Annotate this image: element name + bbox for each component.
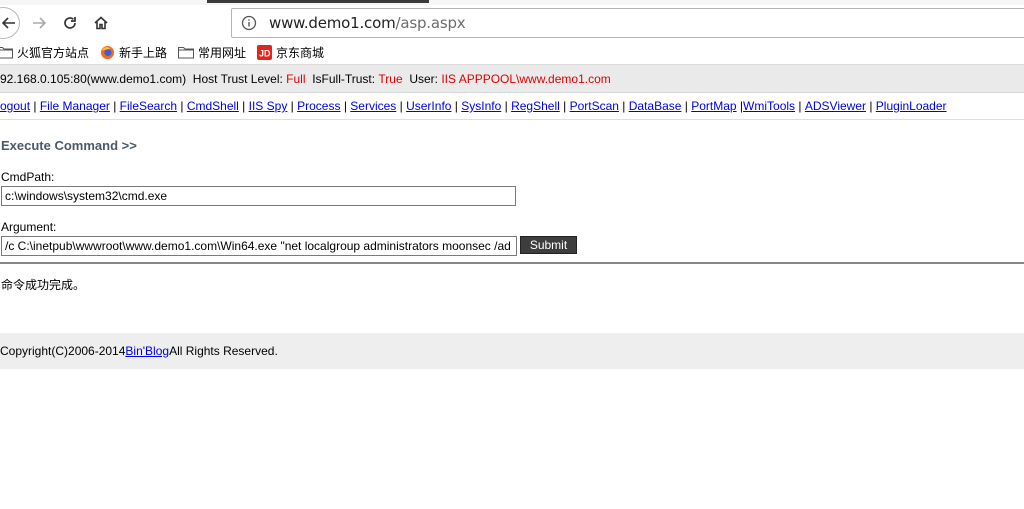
footer: Copyright(C)2006-2014 Bin'Blog All Right… xyxy=(0,333,1024,369)
menu-iis-spy[interactable]: IIS Spy xyxy=(249,99,288,113)
home-icon xyxy=(94,16,108,30)
folder-icon xyxy=(178,46,195,59)
cmdpath-input[interactable]: c:\windows\system32\cmd.exe xyxy=(1,186,516,206)
full-trust-value: True xyxy=(378,71,403,86)
divider xyxy=(0,262,1024,264)
bookmark-label: 京东商城 xyxy=(276,45,325,60)
site-info-icon[interactable] xyxy=(241,15,261,31)
back-button[interactable] xyxy=(0,7,20,39)
menu-ads-viewer[interactable]: ADSViewer xyxy=(805,99,866,113)
menu-reg-shell[interactable]: RegShell xyxy=(511,99,560,113)
menu-wmi-tools[interactable]: WmiTools xyxy=(743,99,795,113)
copyright-text: Copyright(C)2006-2014 xyxy=(0,344,126,358)
trust-level-value: Full xyxy=(286,71,306,86)
firefox-icon xyxy=(100,45,115,60)
url-text: www.demo1.com/asp.aspx xyxy=(269,14,466,32)
folder-icon xyxy=(0,46,13,59)
bookmark-firefox-official[interactable]: 火狐官方站点 xyxy=(0,44,89,61)
address-bar[interactable]: www.demo1.com/asp.aspx xyxy=(231,8,1024,38)
user-label: User: xyxy=(409,71,438,86)
menu-logout[interactable]: ogout xyxy=(0,99,30,113)
trust-level-label: Host Trust Level: xyxy=(192,71,283,86)
blog-link[interactable]: Bin'Blog xyxy=(125,344,169,358)
menu-file-search[interactable]: FileSearch xyxy=(120,99,177,113)
bookmark-common-sites[interactable]: 常用网址 xyxy=(178,44,246,61)
argument-input[interactable]: /c C:\inetpub\wwwroot\www.demo1.com\Win6… xyxy=(1,236,517,256)
back-arrow-icon xyxy=(2,17,15,29)
forward-arrow-icon xyxy=(33,17,46,29)
navigation-toolbar: www.demo1.com/asp.aspx xyxy=(0,5,1024,41)
menu-plugin-loader[interactable]: PluginLoader xyxy=(876,99,947,113)
host-address: 92.168.0.105:80(www.demo1.com) xyxy=(0,71,187,86)
menu-user-info[interactable]: UserInfo xyxy=(406,99,451,113)
menu-file-manager[interactable]: File Manager xyxy=(40,99,110,113)
submit-button[interactable]: Submit xyxy=(520,236,577,254)
menu-process[interactable]: Process xyxy=(297,99,340,113)
bookmark-label: 火狐官方站点 xyxy=(17,45,90,60)
user-value: IIS APPPOOL\www.demo1.com xyxy=(441,71,611,86)
argument-label: Argument: xyxy=(1,220,57,234)
reload-button[interactable] xyxy=(58,7,82,39)
menu-port-map[interactable]: PortMap xyxy=(691,99,736,113)
menu-port-scan[interactable]: PortScan xyxy=(570,99,619,113)
bookmark-label: 常用网址 xyxy=(198,45,247,60)
bookmark-label: 新手上路 xyxy=(119,45,168,60)
forward-button[interactable] xyxy=(28,7,50,39)
menu-sys-info[interactable]: SysInfo xyxy=(461,99,501,113)
svg-text:JD: JD xyxy=(259,48,271,58)
bookmarks-toolbar: 火狐官方站点 新手上路 常用网址 JD 京东商城 xyxy=(0,41,1024,63)
tool-menu: ogout | File Manager | FileSearch | CmdS… xyxy=(0,93,1024,120)
full-trust-label: IsFull-Trust: xyxy=(312,71,376,86)
menu-cmd-shell[interactable]: CmdShell xyxy=(187,99,239,113)
active-tab-indicator xyxy=(207,0,429,3)
section-title: Execute Command >> xyxy=(1,138,137,153)
bookmark-getting-started[interactable]: 新手上路 xyxy=(100,44,167,61)
reload-icon xyxy=(64,17,76,29)
command-result: 命令成功完成。 xyxy=(1,278,86,292)
bookmark-jd[interactable]: JD 京东商城 xyxy=(257,44,324,61)
cmdpath-label: CmdPath: xyxy=(1,170,55,184)
home-button[interactable] xyxy=(88,7,114,39)
menu-services[interactable]: Services xyxy=(350,99,396,113)
rights-text: All Rights Reserved. xyxy=(169,344,278,358)
menu-database[interactable]: DataBase xyxy=(629,99,682,113)
jd-icon: JD xyxy=(257,44,273,60)
server-info-bar: 92.168.0.105:80(www.demo1.com) Host Trus… xyxy=(0,64,1024,93)
